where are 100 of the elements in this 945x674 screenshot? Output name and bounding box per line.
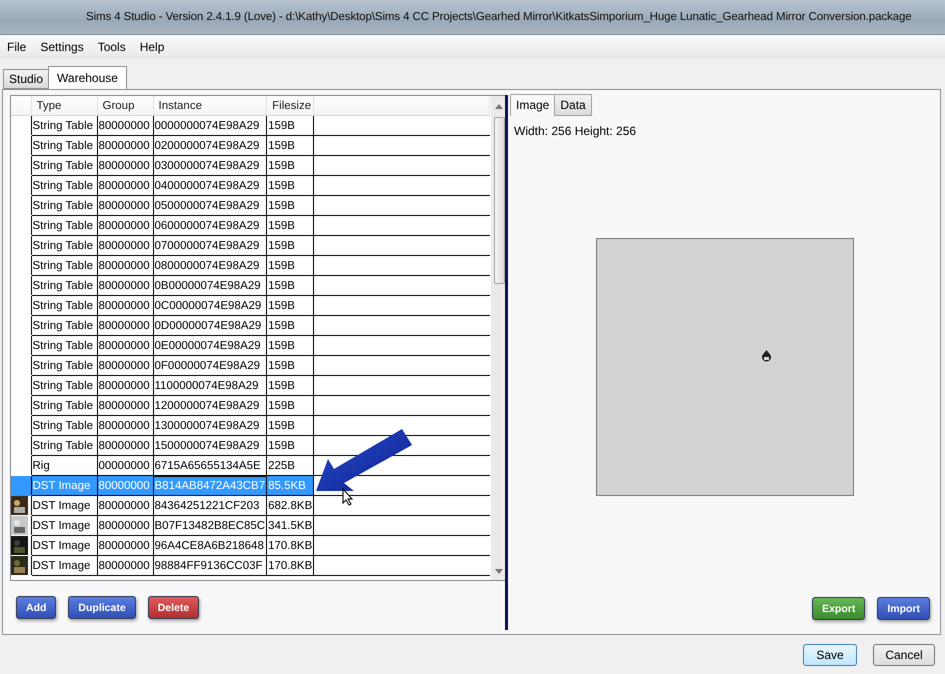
table-cell: String Table — [31, 256, 97, 276]
table-cell: DST Image — [31, 476, 97, 496]
table-cell: 0C00000074E98A29 — [153, 296, 267, 316]
scroll-down-icon[interactable] — [495, 569, 503, 574]
table-cell: 80000000 — [97, 416, 153, 436]
table-cell: 80000000 — [97, 496, 153, 516]
table-cell: DST Image — [31, 556, 97, 576]
tab[interactable]: Warehouse — [48, 66, 127, 89]
table-cell: 84364251221CF203 — [153, 496, 267, 516]
table-cell: 1300000074E98A29 — [153, 416, 267, 436]
table-cell: 159B — [266, 296, 314, 316]
table-cell: 96A4CE8A6B218648 — [153, 536, 267, 556]
table-cell: String Table — [31, 396, 97, 416]
table-cell: 682.8KB — [266, 496, 314, 516]
table-cell: 159B — [266, 276, 314, 296]
menu-item[interactable]: Help — [132, 40, 172, 54]
table-cell: 80000000 — [97, 336, 153, 356]
table-cell: 0400000074E98A29 — [153, 176, 267, 196]
table-cell: 0800000074E98A29 — [153, 256, 267, 276]
table-cell: 170.8KB — [266, 556, 314, 576]
table-cell: 225B — [266, 456, 314, 476]
dialog-button[interactable]: Save — [803, 644, 857, 666]
action-button[interactable]: Delete — [148, 596, 200, 619]
table-cell: DST Image — [31, 536, 97, 556]
table-cell: 159B — [266, 216, 314, 236]
table-cell: 0200000074E98A29 — [153, 136, 267, 156]
column-header[interactable]: Instance — [153, 96, 267, 116]
table-cell: 0300000074E98A29 — [153, 156, 267, 176]
table-cell: 159B — [266, 396, 314, 416]
table-cell: 159B — [266, 196, 314, 216]
table-cell: DST Image — [31, 516, 97, 536]
table-cell: 159B — [266, 136, 314, 156]
tab[interactable]: Studio — [3, 69, 50, 89]
drop-icon — [761, 348, 772, 362]
action-button[interactable]: Import — [877, 597, 930, 620]
table-cell: 0500000074E98A29 — [153, 196, 267, 216]
table-cell: 159B — [266, 316, 314, 336]
table-cell: 159B — [266, 236, 314, 256]
table-cell: String Table — [31, 176, 97, 196]
table-cell: 159B — [266, 336, 314, 356]
table-cell: String Table — [31, 236, 97, 256]
table-cell: 159B — [266, 116, 314, 136]
table-cell: 80000000 — [97, 156, 153, 176]
table-cell: String Table — [31, 296, 97, 316]
column-header[interactable]: Filesize — [266, 96, 314, 116]
table-cell: String Table — [31, 156, 97, 176]
table-cell: 1200000074E98A29 — [153, 396, 267, 416]
table-cell: 80000000 — [97, 236, 153, 256]
table-cell: B07F13482B8EC85C — [153, 516, 267, 536]
table-cell: 80000000 — [97, 136, 153, 156]
table-cell: 0000000074E98A29 — [153, 116, 267, 136]
table-cell: DST Image — [31, 496, 97, 516]
table-cell: 00000000 — [97, 456, 153, 476]
table-cell: 1500000074E98A29 — [153, 436, 267, 456]
table-cell: 80000000 — [97, 216, 153, 236]
table-cell: 80000000 — [97, 516, 153, 536]
image-dimensions: Width: 256 Height: 256 — [514, 124, 638, 138]
table-cell: 6715A65655134A5E — [153, 456, 267, 476]
table-cell: 0E00000074E98A29 — [153, 336, 267, 356]
table-cell: 159B — [266, 376, 314, 396]
menu-item[interactable]: Tools — [90, 40, 133, 54]
table-cell: 98884FF9136CC03F — [153, 556, 267, 576]
table-cell: 159B — [266, 176, 314, 196]
table-cell: 80000000 — [97, 396, 153, 416]
table-cell: Rig — [31, 456, 97, 476]
table-cell: B814AB8472A43CB7 — [153, 476, 267, 496]
table-cell: 80000000 — [97, 376, 153, 396]
table-cell: 0700000074E98A29 — [153, 236, 267, 256]
table-cell: 0600000074E98A29 — [153, 216, 267, 236]
table-cell: 159B — [266, 436, 314, 456]
table-cell: 0B00000074E98A29 — [153, 276, 267, 296]
table-cell: String Table — [31, 136, 97, 156]
table-cell: 80000000 — [97, 116, 153, 136]
dialog-button[interactable]: Cancel — [873, 644, 935, 666]
table-cell: 159B — [266, 416, 314, 436]
scroll-up-icon[interactable] — [495, 104, 503, 109]
column-header[interactable]: Group — [97, 96, 153, 116]
tab[interactable]: Image — [510, 94, 556, 116]
scrollbar-thumb[interactable] — [494, 117, 504, 284]
table-cell: 80000000 — [97, 436, 153, 456]
table-cell: 80000000 — [97, 176, 153, 196]
table-cell: 80000000 — [97, 356, 153, 376]
tab[interactable]: Data — [554, 94, 592, 116]
table-cell: 80000000 — [97, 296, 153, 316]
table-cell: String Table — [31, 116, 97, 136]
table-cell: 1100000074E98A29 — [153, 376, 267, 396]
table-cell: 80000000 — [97, 276, 153, 296]
action-button[interactable]: Add — [16, 596, 56, 619]
table-cell: String Table — [31, 196, 97, 216]
table-cell: 170.8KB — [266, 536, 314, 556]
menu-item[interactable]: Settings — [33, 40, 91, 54]
action-button[interactable]: Duplicate — [68, 596, 136, 619]
table-cell: 0D00000074E98A29 — [153, 316, 267, 336]
table-cell: 341.5KB — [266, 516, 314, 536]
menu-item[interactable]: File — [0, 40, 34, 54]
table-cell: String Table — [31, 376, 97, 396]
window-title: Sims 4 Studio - Version 2.4.1.9 (Love) - d:\Kathy\Desktop\Sims 4 CC Projects\Gearhed Mirror\KitkatsSimporium_Huge Lunatic_Gearhead Mirror Conversion.package — [0, 0, 945, 34]
column-header[interactable]: Type — [31, 96, 97, 116]
table-cell: 80000000 — [97, 476, 153, 496]
table-cell: 80000000 — [97, 256, 153, 276]
